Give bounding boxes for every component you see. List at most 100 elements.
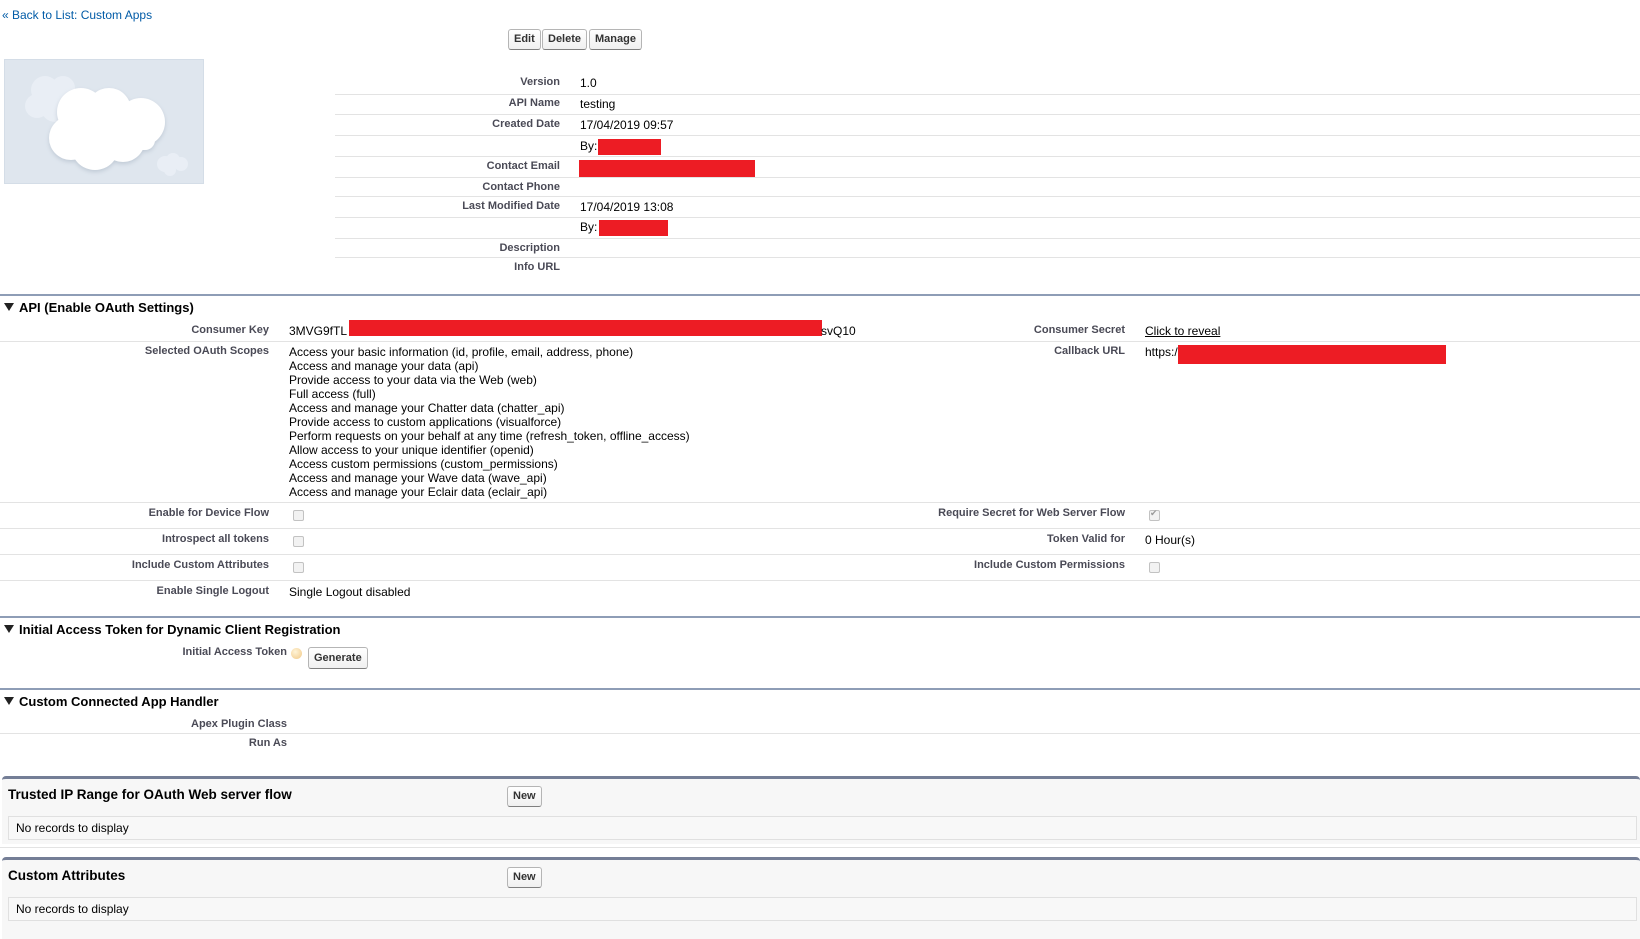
section-rule xyxy=(0,688,1640,690)
initial-token-section-header[interactable]: Initial Access Token for Dynamic Client … xyxy=(4,622,340,637)
device-flow-label: Enable for Device Flow xyxy=(148,507,269,519)
consumer-key-suffix: svQ10 xyxy=(821,324,856,338)
section-rule xyxy=(0,294,1640,296)
new-trusted-ip-button[interactable]: New xyxy=(507,786,542,807)
custom-permissions-checkbox xyxy=(1149,562,1160,573)
last-modified-label: Last Modified Date xyxy=(462,200,560,212)
custom-attributes-title: Custom Attributes xyxy=(8,868,126,883)
new-custom-attribute-button[interactable]: New xyxy=(507,867,542,888)
divider xyxy=(0,502,1640,503)
collapse-triangle-icon xyxy=(4,625,14,633)
divider xyxy=(335,114,1640,115)
version-label: Version xyxy=(520,76,560,88)
custom-attributes-related-list: Custom Attributes New No records to disp… xyxy=(2,857,1640,939)
initial-token-section-title: Initial Access Token for Dynamic Client … xyxy=(19,622,341,637)
handler-section-title: Custom Connected App Handler xyxy=(19,694,219,709)
divider xyxy=(335,238,1640,239)
last-modified-value: 17/04/2019 13:08 xyxy=(580,200,674,214)
device-flow-checkbox xyxy=(293,510,304,521)
consumer-secret-label: Consumer Secret xyxy=(1033,324,1125,336)
api-name-label: API Name xyxy=(508,97,560,109)
generate-button[interactable]: Generate xyxy=(308,647,368,669)
contact-phone-label: Contact Phone xyxy=(482,181,560,193)
scope-item: Access and manage your Wave data (wave_a… xyxy=(289,471,547,485)
callback-url-prefix: https:/ xyxy=(1145,345,1178,359)
created-date-value: 17/04/2019 09:57 xyxy=(580,118,674,132)
section-rule xyxy=(0,616,1640,618)
run-as-label: Run As xyxy=(248,737,287,749)
require-secret-label: Require Secret for Web Server Flow xyxy=(938,507,1125,519)
divider xyxy=(335,94,1640,95)
edit-button[interactable]: Edit xyxy=(508,29,541,50)
handler-section-header[interactable]: Custom Connected App Handler xyxy=(4,694,219,709)
created-date-label: Created Date xyxy=(492,118,560,130)
divider xyxy=(335,196,1640,197)
trusted-ip-title: Trusted IP Range for OAuth Web server fl… xyxy=(8,787,292,802)
scope-item: Provide access to custom applications (v… xyxy=(289,415,562,429)
redacted-block xyxy=(349,320,822,336)
created-by-value: By: xyxy=(580,139,598,153)
scope-item: Allow access to your unique identifier (… xyxy=(289,443,534,457)
delete-button[interactable]: Delete xyxy=(542,29,588,50)
no-records-message: No records to display xyxy=(8,816,1637,840)
oauth-scopes-list: Access your basic information (id, profi… xyxy=(289,345,690,499)
apex-plugin-class-label: Apex Plugin Class xyxy=(191,718,287,730)
introspect-label: Introspect all tokens xyxy=(162,533,269,545)
divider xyxy=(335,177,1640,178)
scope-item: Provide access to your data via the Web … xyxy=(289,373,537,387)
divider xyxy=(0,341,1640,342)
click-to-reveal-link[interactable]: Click to reveal xyxy=(1145,324,1220,338)
collapse-triangle-icon xyxy=(4,697,14,705)
scope-item: Access custom permissions (custom_permis… xyxy=(289,457,558,471)
redacted-block xyxy=(599,220,668,236)
custom-permissions-label: Include Custom Permissions xyxy=(974,559,1125,571)
redacted-block xyxy=(598,139,661,155)
description-label: Description xyxy=(499,242,560,254)
app-logo xyxy=(4,59,204,184)
api-name-value: testing xyxy=(580,97,616,111)
cloud-placeholder-icon xyxy=(25,76,188,176)
scope-item: Access and manage your Chatter data (cha… xyxy=(289,401,565,415)
help-icon[interactable] xyxy=(291,648,302,659)
divider xyxy=(0,580,1640,581)
divider xyxy=(335,257,1640,258)
divider xyxy=(0,733,1640,734)
consumer-key-prefix: 3MVG9fTL xyxy=(289,324,348,338)
initial-access-token-label: Initial Access Token xyxy=(182,646,287,658)
scope-item: Access and manage your Eclair data (ecla… xyxy=(289,485,548,499)
api-section-header[interactable]: API (Enable OAuth Settings) xyxy=(4,300,194,315)
scope-item: Perform requests on your behalf at any t… xyxy=(289,429,690,443)
oauth-scopes-label: Selected OAuth Scopes xyxy=(144,345,269,357)
token-valid-value: 0 Hour(s) xyxy=(1145,533,1196,547)
custom-attributes-label: Include Custom Attributes xyxy=(131,559,269,571)
divider xyxy=(335,135,1640,136)
version-value: 1.0 xyxy=(580,76,597,90)
contact-email-label: Contact Email xyxy=(486,160,560,172)
manage-button[interactable]: Manage xyxy=(589,29,642,50)
scope-item: Access and manage your data (api) xyxy=(289,359,479,373)
divider xyxy=(0,528,1640,529)
api-section-title: API (Enable OAuth Settings) xyxy=(19,300,194,315)
consumer-key-label: Consumer Key xyxy=(191,324,269,336)
divider xyxy=(335,156,1640,157)
custom-attributes-checkbox xyxy=(293,562,304,573)
callback-url-label: Callback URL xyxy=(1054,345,1125,357)
single-logout-label: Enable Single Logout xyxy=(156,585,269,597)
divider xyxy=(335,217,1640,218)
redacted-block xyxy=(1178,345,1446,364)
back-to-list-link[interactable]: « Back to List: Custom Apps xyxy=(2,8,152,22)
collapse-triangle-icon xyxy=(4,303,14,311)
divider xyxy=(0,554,1640,555)
single-logout-value: Single Logout disabled xyxy=(289,585,411,599)
trusted-ip-related-list: Trusted IP Range for OAuth Web server fl… xyxy=(2,776,1640,844)
require-secret-checkbox xyxy=(1149,508,1160,521)
info-url-label: Info URL xyxy=(514,261,560,273)
redacted-block xyxy=(579,160,755,177)
scope-item: Access your basic information (id, profi… xyxy=(289,345,634,359)
no-records-message: No records to display xyxy=(8,897,1637,921)
token-valid-label: Token Valid for xyxy=(1046,533,1125,545)
introspect-checkbox xyxy=(293,536,304,547)
modified-by-value: By: xyxy=(580,220,598,234)
divider xyxy=(0,847,1640,848)
scope-item: Full access (full) xyxy=(289,387,376,401)
